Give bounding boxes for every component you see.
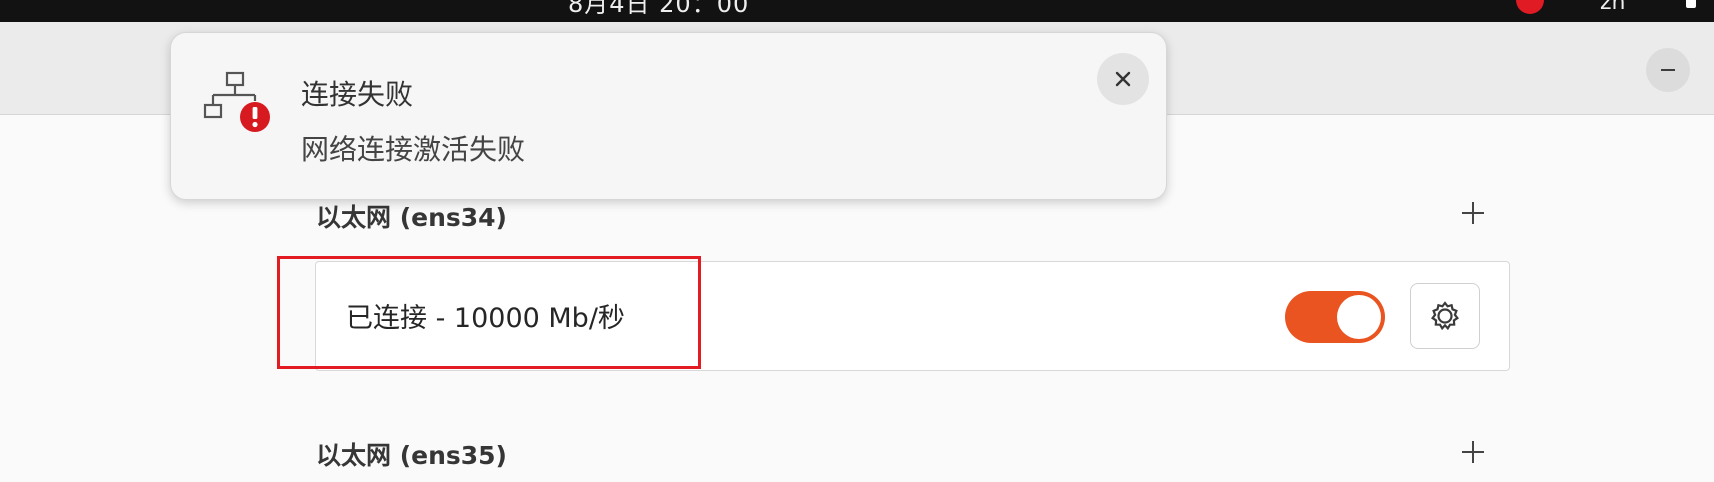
toggle-knob: [1337, 295, 1381, 339]
clock[interactable]: 8月4日 20：00: [568, 0, 749, 20]
input-method-indicator[interactable]: zh: [1600, 0, 1626, 18]
connection-row-ens34: 已连接 - 10000 Mb/秒: [315, 261, 1510, 371]
connection-toggle[interactable]: [1285, 291, 1385, 343]
connection-settings-button[interactable]: [1410, 283, 1480, 349]
recording-indicator-icon[interactable]: [1516, 0, 1544, 14]
close-icon: [1115, 71, 1131, 87]
top-bar: 8月4日 20：00 zh: [0, 0, 1714, 22]
add-connection-button-ens35[interactable]: [1456, 435, 1490, 469]
connection-status: 已连接 - 10000 Mb/秒: [346, 303, 625, 334]
add-connection-button-ens34[interactable]: [1456, 196, 1490, 230]
notification-close-button[interactable]: [1097, 53, 1149, 105]
system-menu-icon[interactable]: [1686, 0, 1696, 8]
notification-popup[interactable]: 连接失败 网络连接激活失败: [170, 32, 1167, 200]
gear-icon: [1431, 301, 1459, 331]
minimize-icon: [1661, 69, 1675, 71]
section-title-ethernet-ens34: 以太网 (ens34): [316, 203, 507, 232]
notification-title: 连接失败: [301, 78, 414, 111]
section-title-ethernet-ens35: 以太网 (ens35): [316, 441, 507, 470]
notification-body: 网络连接激活失败: [301, 133, 526, 166]
minimize-button[interactable]: [1646, 48, 1690, 92]
network-error-icon: [203, 71, 270, 132]
